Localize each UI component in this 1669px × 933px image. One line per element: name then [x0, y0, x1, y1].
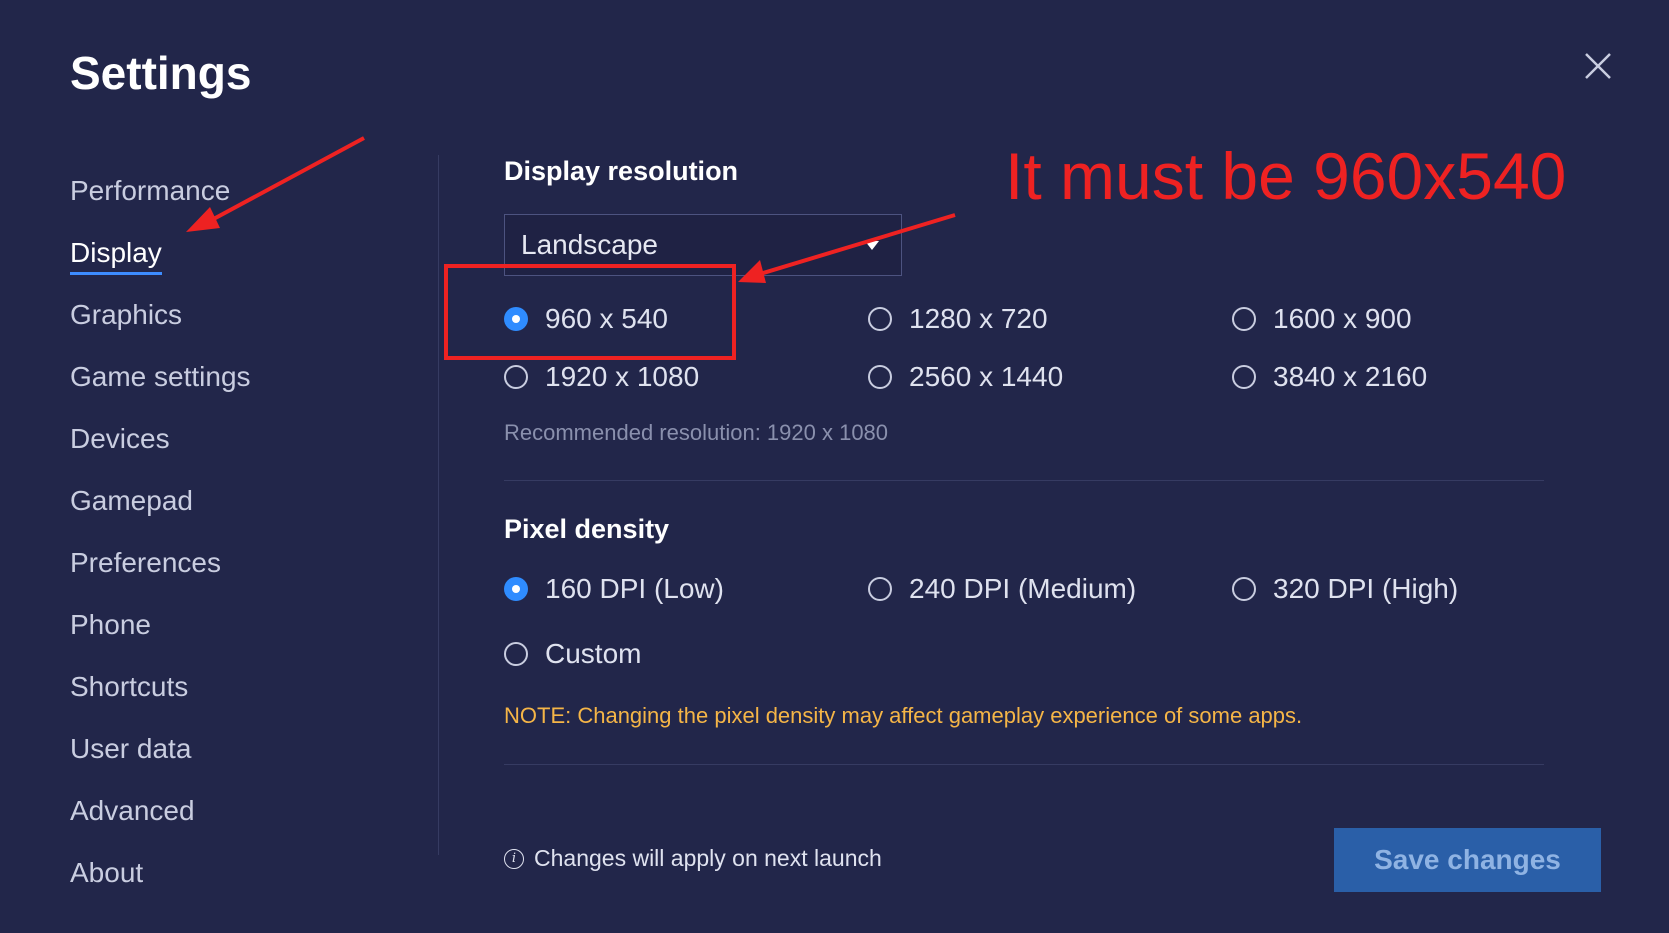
- dpi-option-label: 160 DPI (Low): [545, 573, 724, 604]
- sidebar-item-devices[interactable]: Devices: [70, 408, 400, 470]
- resolution-option-label: 3840 x 2160: [1273, 361, 1428, 392]
- resolution-option-label: 1920 x 1080: [545, 361, 700, 392]
- section-divider: [504, 480, 1544, 481]
- apply-info: i Changes will apply on next launch: [504, 845, 882, 872]
- annotation-text: It must be 960x540: [1005, 139, 1567, 213]
- radio-unselected-icon: [1232, 365, 1256, 389]
- sidebar-item-gamepad[interactable]: Gamepad: [70, 470, 400, 532]
- sidebar-item-game-settings[interactable]: Game settings: [70, 346, 400, 408]
- radio-unselected-icon: [504, 365, 528, 389]
- display-resolution-title: Display resolution: [504, 156, 739, 186]
- sidebar-item-preferences[interactable]: Preferences: [70, 532, 400, 594]
- resolution-option-2560x1440[interactable]: 2560 x 1440: [868, 357, 1063, 397]
- resolution-option-1280x720[interactable]: 1280 x 720: [868, 299, 1048, 339]
- sidebar-item-label: Graphics: [70, 299, 183, 330]
- dpi-option-custom[interactable]: Custom: [504, 634, 641, 674]
- page-title: Settings: [70, 47, 252, 99]
- chevron-down-icon: [865, 241, 879, 250]
- resolution-option-label: 1280 x 720: [909, 303, 1048, 334]
- radio-unselected-icon: [1232, 577, 1256, 601]
- settings-sidebar: Performance Display Graphics Game settin…: [70, 160, 400, 904]
- sidebar-item-label: Preferences: [70, 547, 221, 578]
- close-icon[interactable]: [1580, 48, 1616, 84]
- sidebar-item-performance[interactable]: Performance: [70, 160, 400, 222]
- sidebar-item-label: Display: [70, 237, 162, 275]
- sidebar-item-about[interactable]: About: [70, 842, 400, 904]
- radio-unselected-icon: [1232, 307, 1256, 331]
- sidebar-item-shortcuts[interactable]: Shortcuts: [70, 656, 400, 718]
- sidebar-item-label: Shortcuts: [70, 671, 189, 702]
- apply-info-text: Changes will apply on next launch: [534, 845, 882, 871]
- pixel-density-title: Pixel density: [504, 514, 670, 544]
- info-icon: i: [504, 848, 524, 869]
- resolution-option-label: 1600 x 900: [1273, 303, 1412, 334]
- sidebar-item-label: User data: [70, 733, 192, 764]
- resolution-option-1920x1080[interactable]: 1920 x 1080: [504, 357, 699, 397]
- dpi-option-240[interactable]: 240 DPI (Medium): [868, 569, 1136, 609]
- radio-unselected-icon: [868, 365, 892, 389]
- sidebar-item-phone[interactable]: Phone: [70, 594, 400, 656]
- sidebar-item-label: Performance: [70, 175, 231, 206]
- radio-unselected-icon: [504, 642, 528, 666]
- dpi-option-320[interactable]: 320 DPI (High): [1232, 569, 1458, 609]
- sidebar-item-user-data[interactable]: User data: [70, 718, 400, 780]
- sidebar-item-advanced[interactable]: Advanced: [70, 780, 400, 842]
- radio-unselected-icon: [868, 307, 892, 331]
- dpi-option-160[interactable]: 160 DPI (Low): [504, 569, 724, 609]
- dpi-option-label: Custom: [545, 638, 642, 669]
- dpi-option-label: 240 DPI (Medium): [909, 573, 1137, 604]
- save-changes-button[interactable]: Save changes: [1334, 828, 1601, 892]
- orientation-select-value: Landscape: [521, 229, 659, 260]
- radio-unselected-icon: [868, 577, 892, 601]
- recommended-resolution-hint: Recommended resolution: 1920 x 1080: [504, 420, 889, 445]
- sidebar-item-label: Devices: [70, 423, 170, 454]
- dpi-option-label: 320 DPI (High): [1273, 573, 1459, 604]
- radio-selected-icon: [504, 577, 528, 601]
- sidebar-item-label: Game settings: [70, 361, 251, 392]
- resolution-option-3840x2160[interactable]: 3840 x 2160: [1232, 357, 1427, 397]
- sidebar-item-label: Phone: [70, 609, 151, 640]
- sidebar-divider: [438, 155, 439, 855]
- sidebar-item-display[interactable]: Display: [70, 222, 400, 284]
- sidebar-item-label: Advanced: [70, 795, 195, 826]
- resolution-option-1600x900[interactable]: 1600 x 900: [1232, 299, 1412, 339]
- sidebar-item-graphics[interactable]: Graphics: [70, 284, 400, 346]
- pixel-density-note: NOTE: Changing the pixel density may aff…: [504, 703, 1303, 728]
- sidebar-item-label: Gamepad: [70, 485, 193, 516]
- section-divider: [504, 764, 1544, 765]
- annotation-highlight-box: [444, 264, 736, 360]
- resolution-option-label: 2560 x 1440: [909, 361, 1064, 392]
- sidebar-item-label: About: [70, 857, 144, 888]
